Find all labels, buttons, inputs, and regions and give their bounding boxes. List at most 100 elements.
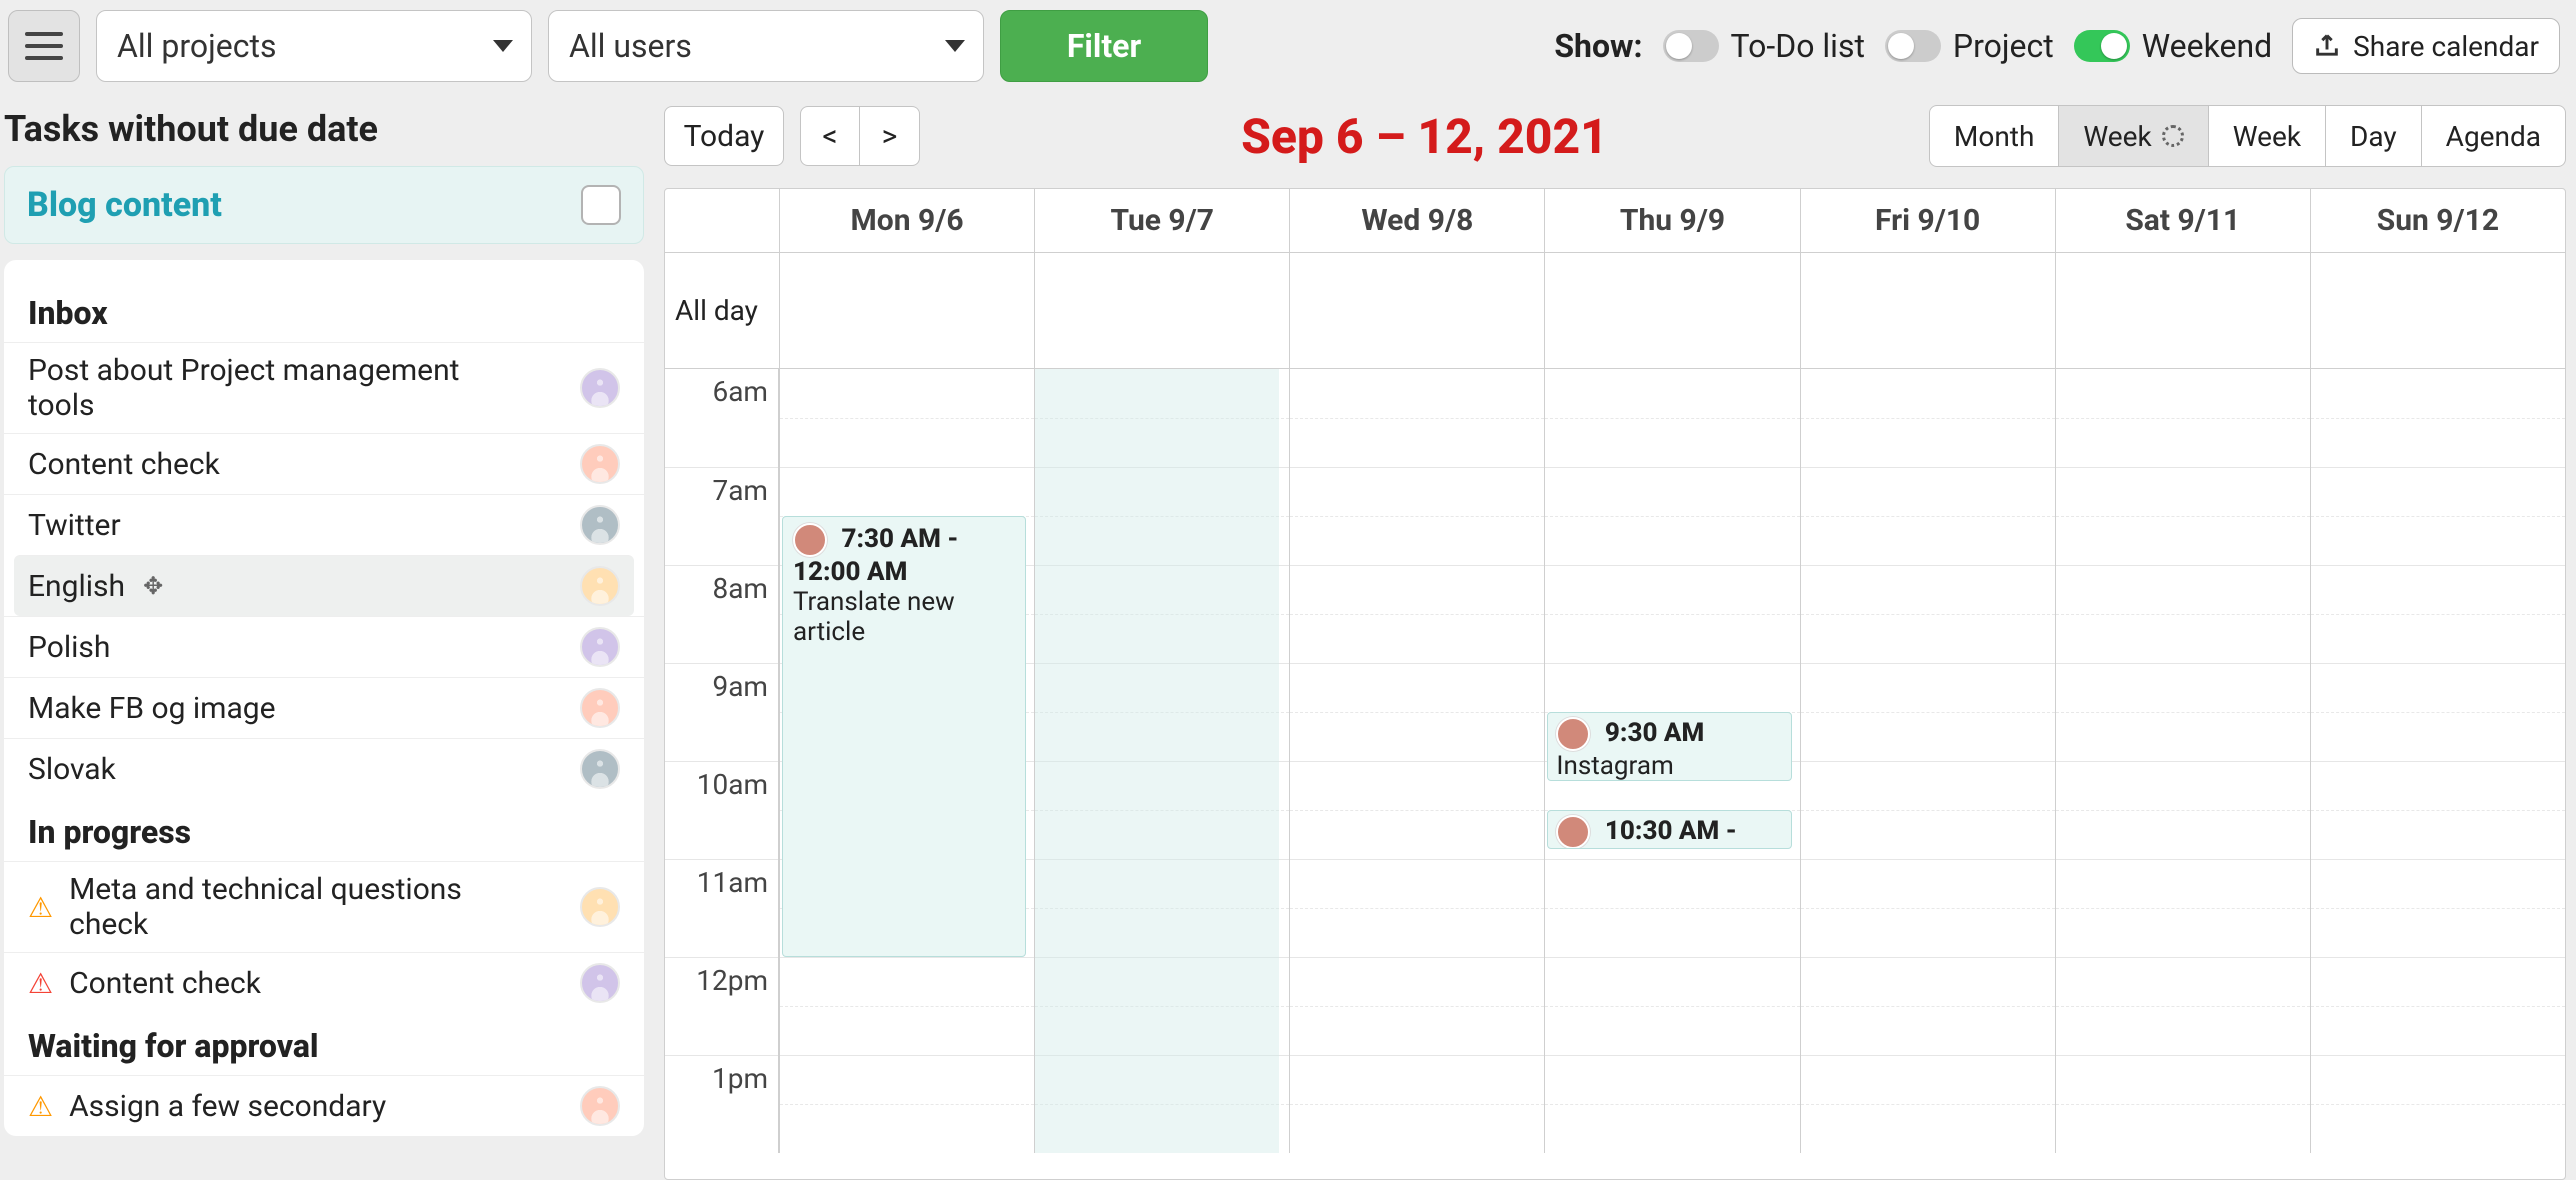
share-calendar-button[interactable]: Share calendar xyxy=(2292,18,2560,74)
task-title: Polish xyxy=(28,630,110,665)
allday-cell[interactable] xyxy=(2055,253,2310,368)
avatar xyxy=(580,505,620,545)
task-title: Assign a few secondary xyxy=(69,1089,386,1124)
toggle-todo[interactable]: To-Do list xyxy=(1663,27,1865,65)
day-header: Wed 9/8 xyxy=(1289,189,1544,252)
users-select-label: All users xyxy=(569,27,692,65)
hour-label: 1pm xyxy=(665,1055,778,1153)
calendar-event[interactable]: 9:30 AMInstagram xyxy=(1547,712,1791,781)
task-row[interactable]: Make FB og image xyxy=(4,677,644,738)
task-title: Post about Project management tools xyxy=(28,353,528,423)
day-header: Sat 9/11 xyxy=(2055,189,2310,252)
day-header: Mon 9/6 xyxy=(779,189,1034,252)
warning-icon: ⚠ xyxy=(28,891,53,924)
task-group-header: Inbox xyxy=(4,280,644,342)
day-column[interactable] xyxy=(1034,369,1289,1153)
task-row[interactable]: English✥ xyxy=(14,555,634,616)
drop-highlight xyxy=(1035,369,1279,1153)
refresh-icon xyxy=(2162,125,2184,147)
avatar xyxy=(580,368,620,408)
task-row[interactable]: ⚠ Assign a few secondary xyxy=(4,1075,644,1136)
projects-select[interactable]: All projects xyxy=(96,10,532,82)
share-calendar-label: Share calendar xyxy=(2353,30,2539,63)
toggle-todo-label: To-Do list xyxy=(1731,27,1865,65)
hour-label: 7am xyxy=(665,467,778,565)
view-month[interactable]: Month xyxy=(1930,106,2058,166)
task-row[interactable]: ⚠ Meta and technical questions check xyxy=(4,861,644,952)
day-column[interactable] xyxy=(2310,369,2565,1153)
allday-cell[interactable] xyxy=(1289,253,1544,368)
project-card-checkbox[interactable] xyxy=(581,185,621,225)
calendar-event[interactable]: 7:30 AM - 12:00 AMTranslate new article xyxy=(782,516,1026,957)
day-column[interactable] xyxy=(2055,369,2310,1153)
chevron-right-icon: > xyxy=(882,119,898,154)
task-title: Content check xyxy=(28,447,220,482)
event-time: 10:30 AM - xyxy=(1598,816,1736,846)
view-switch: Month Week Week Day Agenda xyxy=(1929,105,2566,167)
avatar xyxy=(580,444,620,484)
allday-cell[interactable] xyxy=(1800,253,2055,368)
prev-button[interactable]: < xyxy=(800,106,860,166)
view-week-refresh[interactable]: Week xyxy=(2058,106,2207,166)
sidebar-title: Tasks without due date xyxy=(4,100,644,166)
view-day[interactable]: Day xyxy=(2325,106,2421,166)
avatar xyxy=(580,627,620,667)
task-row[interactable]: Twitter xyxy=(4,494,644,555)
calendar-event[interactable]: 10:30 AM - xyxy=(1547,810,1791,849)
view-month-label: Month xyxy=(1954,120,2034,153)
next-button[interactable]: > xyxy=(860,106,920,166)
time-header-spacer xyxy=(665,189,779,252)
task-list: Inbox Post about Project management tools… xyxy=(4,260,644,1136)
toggle-weekend[interactable]: Weekend xyxy=(2074,27,2272,65)
task-row[interactable]: Slovak xyxy=(4,738,644,799)
today-button[interactable]: Today xyxy=(664,106,784,166)
view-agenda-label: Agenda xyxy=(2446,120,2541,153)
today-button-label: Today xyxy=(684,119,765,154)
users-select[interactable]: All users xyxy=(548,10,984,82)
allday-cell[interactable] xyxy=(1034,253,1289,368)
chevron-down-icon xyxy=(945,40,965,52)
hour-label: 10am xyxy=(665,761,778,859)
projects-select-label: All projects xyxy=(117,27,276,65)
allday-cell[interactable] xyxy=(779,253,1034,368)
task-title: Make FB og image xyxy=(28,691,276,726)
allday-label: All day xyxy=(665,253,779,368)
allday-cell[interactable] xyxy=(2310,253,2565,368)
filter-button[interactable]: Filter xyxy=(1000,10,1208,82)
hour-label: 6am xyxy=(665,369,778,467)
filter-button-label: Filter xyxy=(1067,27,1141,65)
view-week2-label: Week xyxy=(2233,120,2301,153)
calendar-grid: Mon 9/6Tue 9/7Wed 9/8Thu 9/9Fri 9/10Sat … xyxy=(664,188,2566,1180)
day-column[interactable] xyxy=(1800,369,2055,1153)
share-icon xyxy=(2313,32,2341,60)
sidebar: Tasks without due date Blog content Inbo… xyxy=(0,92,652,1180)
hour-label: 9am xyxy=(665,663,778,761)
task-title: Twitter xyxy=(28,508,121,543)
warning-icon: ⚠ xyxy=(28,1090,53,1123)
task-row[interactable]: Content check xyxy=(4,433,644,494)
day-column[interactable]: 7:30 AM - 12:00 AMTranslate new article xyxy=(779,369,1034,1153)
task-row[interactable]: Polish xyxy=(4,616,644,677)
task-group-header: In progress xyxy=(4,799,644,861)
task-title: Meta and technical questions check xyxy=(69,872,528,942)
project-card-name: Blog content xyxy=(27,185,222,225)
day-column[interactable] xyxy=(1289,369,1544,1153)
task-row[interactable]: Post about Project management tools xyxy=(4,342,644,433)
toggle-project[interactable]: Project xyxy=(1885,27,2054,65)
allday-cell[interactable] xyxy=(1544,253,1799,368)
avatar xyxy=(580,887,620,927)
hamburger-icon xyxy=(25,32,63,60)
task-row[interactable]: ⚠Content check xyxy=(4,952,644,1013)
avatar xyxy=(580,749,620,789)
project-card[interactable]: Blog content xyxy=(4,166,644,244)
task-title: English xyxy=(28,569,125,604)
avatar xyxy=(1556,717,1590,751)
menu-button[interactable] xyxy=(8,10,80,82)
day-column[interactable]: 9:30 AMInstagram 10:30 AM - xyxy=(1544,369,1799,1153)
avatar xyxy=(580,1086,620,1126)
view-week[interactable]: Week xyxy=(2208,106,2325,166)
view-agenda[interactable]: Agenda xyxy=(2421,106,2565,166)
time-column: 6am7am8am9am10am11am12pm1pm xyxy=(665,369,779,1153)
event-title: Instagram xyxy=(1556,751,1782,781)
view-day-label: Day xyxy=(2350,120,2397,153)
